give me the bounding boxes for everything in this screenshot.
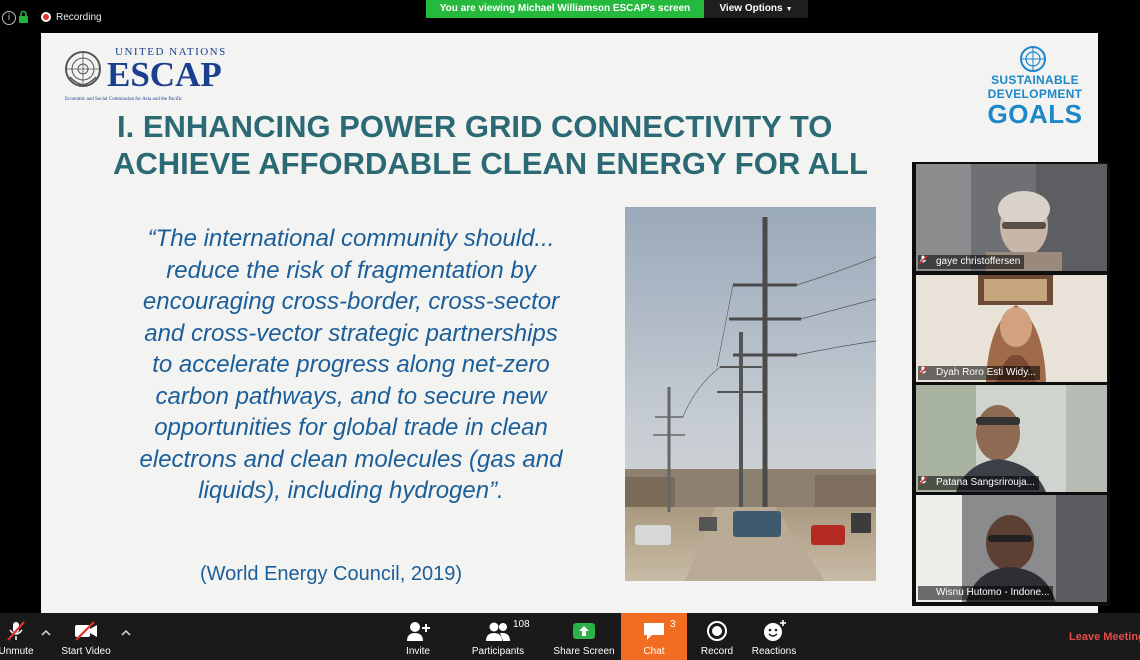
microphone-muted-icon <box>918 255 928 265</box>
share-screen-icon <box>573 623 595 639</box>
unmute-label: Unmute <box>0 646 34 657</box>
escap-logo: UNITED NATIONS ESCAP Economic and Social… <box>63 45 238 105</box>
quote-line: opportunities for global trade in clean <box>154 414 548 441</box>
smiley-icon <box>764 620 786 641</box>
slide-title: I. ENHANCING POWER GRID CONNECTIVITY TO … <box>113 108 933 182</box>
chat-button[interactable]: 3 Chat <box>621 613 687 660</box>
quote-line: and cross-vector strategic partnerships <box>144 319 558 347</box>
start-video-label: Start Video <box>61 646 111 657</box>
chat-label: Chat <box>643 646 665 657</box>
top-bar: i Recording You are viewing Michael Will… <box>0 0 1140 32</box>
microphone-muted-icon <box>918 366 928 376</box>
participants-count: 108 <box>513 619 530 630</box>
view-options-label: View Options <box>719 3 783 14</box>
chevron-up-icon[interactable] <box>120 627 132 639</box>
video-tile[interactable]: gaye christoffersen <box>916 164 1107 271</box>
invite-label: Invite <box>406 646 430 657</box>
participant-name: Wisnu Hutomo - Indone... <box>918 586 1054 600</box>
participant-name-label: Patana Sangsrirouja... <box>936 477 1035 488</box>
participants-label: Participants <box>471 646 525 657</box>
slide-title-line1: I. ENHANCING POWER GRID CONNECTIVITY TO <box>117 109 833 144</box>
quote-citation: (World Energy Council, 2019) <box>200 563 462 585</box>
add-user-icon <box>407 622 430 641</box>
participants-icon <box>486 622 510 641</box>
quote-line: carbon pathways, and to secure new <box>155 382 547 410</box>
record-label: Record <box>700 646 734 657</box>
viewing-banner: You are viewing Michael Williamson ESCAP… <box>426 0 704 18</box>
start-video-button[interactable]: Start Video <box>56 613 116 660</box>
chevron-up-icon[interactable] <box>40 627 52 639</box>
chat-count: 3 <box>670 619 676 630</box>
leave-meeting-button[interactable]: Leave Meeting <box>1069 631 1140 643</box>
info-icon[interactable]: i <box>2 11 16 25</box>
quote-line: liquids), including hydrogen”. <box>198 477 504 504</box>
video-gallery: gaye christoffersen Dyah Roro Esti Widy.… <box>912 162 1110 606</box>
reactions-button[interactable]: Reactions <box>748 613 800 660</box>
sdg-logo: SUSTAINABLE DEVELOPMENT GOALS <box>985 45 1085 129</box>
video-tile[interactable]: Patana Sangsrirouja... <box>916 385 1107 492</box>
participant-name: Dyah Roro Esti Widy... <box>918 366 1040 380</box>
quote-line: encouraging cross-border, cross-sector <box>142 288 560 315</box>
logo-escap-name: ESCAP <box>107 55 222 94</box>
microphone-muted-icon <box>7 621 25 641</box>
participant-name: gaye christoffersen <box>918 255 1025 269</box>
share-screen-label: Share Screen <box>553 646 615 657</box>
lock-icon[interactable] <box>18 10 29 24</box>
sdg-goals: GOALS <box>987 99 1083 129</box>
record-button[interactable]: Record <box>696 613 738 660</box>
reactions-label: Reactions <box>751 646 797 657</box>
unmute-button[interactable]: Unmute <box>0 613 36 660</box>
record-icon <box>707 621 727 641</box>
logo-subtitle: Economic and Social Commission for Asia … <box>65 97 183 102</box>
invite-button[interactable]: Invite <box>398 613 438 660</box>
share-screen-button[interactable]: Share Screen <box>552 613 616 660</box>
recording-label: Recording <box>56 12 102 23</box>
chat-bubble-icon <box>644 623 664 640</box>
video-off-icon <box>75 621 97 641</box>
slide-quote: “The international community should... r… <box>81 223 621 507</box>
participant-name-label: gaye christoffersen <box>936 256 1021 267</box>
chevron-down-icon: ▼ <box>785 6 793 13</box>
sdg-line1: SUSTAINABLE <box>991 73 1079 87</box>
meeting-toolbar: Unmute Start Video Invite 108 Participan… <box>0 613 1140 660</box>
participant-name-label: Wisnu Hutomo - Indone... <box>936 587 1050 598</box>
microphone-muted-icon <box>918 476 928 486</box>
quote-line: “The international community should... <box>147 225 555 252</box>
slide-title-line2: ACHIEVE AFFORDABLE CLEAN ENERGY FOR ALL <box>113 146 868 181</box>
un-emblem-icon <box>65 51 101 87</box>
video-tile[interactable]: Dyah Roro Esti Widy... <box>916 275 1107 382</box>
participants-button[interactable]: 108 Participants <box>468 613 530 660</box>
un-globe-icon <box>1020 46 1046 72</box>
recording-icon <box>41 12 51 22</box>
quote-line: electrons and clean molecules (gas and <box>139 445 563 473</box>
quote-line: to accelerate progress along net-zero <box>152 351 550 378</box>
participant-name: Patana Sangsrirouja... <box>918 476 1039 490</box>
participant-name-label: Dyah Roro Esti Widy... <box>936 367 1036 378</box>
quote-line: reduce the risk of fragmentation by <box>166 256 536 284</box>
power-lines-photo <box>625 207 876 581</box>
view-options-button[interactable]: View Options ▼ <box>704 0 808 18</box>
video-tile[interactable]: Wisnu Hutomo - Indone... <box>916 495 1107 602</box>
